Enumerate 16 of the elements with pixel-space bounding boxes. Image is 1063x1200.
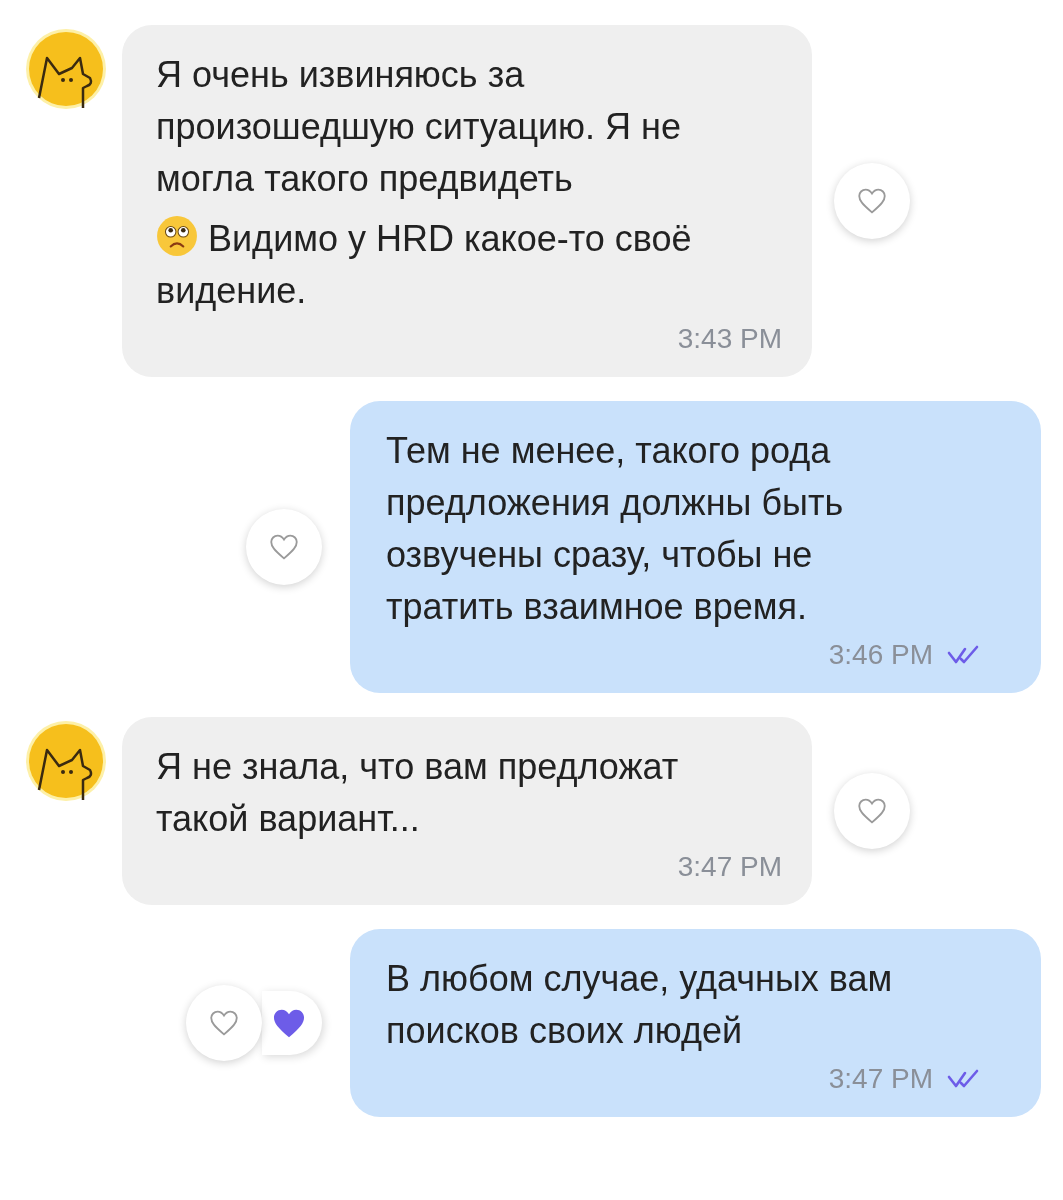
message-text: Я не знала, что вам предложат такой вариант... xyxy=(156,746,679,839)
reaction-pill[interactable] xyxy=(262,991,322,1055)
message-text: Тем не менее, такого рода предложения должны быть озвучены сразу, чтобы не тратить взаимное время. xyxy=(386,430,844,627)
message-text: Я очень извиняюсь за произошедшую ситуацию. Я не могла такого предвидеть xyxy=(156,54,682,199)
like-button[interactable] xyxy=(246,509,322,585)
message-time: 3:47 PM xyxy=(828,1062,933,1096)
message-text: В любом случае, удачных вам поисков своих людей xyxy=(386,958,893,1051)
message-time: 3:43 PM xyxy=(677,322,782,356)
message-text: Видимо у HRD какое-то своё видение. xyxy=(156,218,692,311)
like-button[interactable] xyxy=(834,163,910,239)
like-button[interactable] xyxy=(834,773,910,849)
avatar-icon xyxy=(25,28,107,110)
message-time: 3:46 PM xyxy=(828,638,933,672)
like-button[interactable] xyxy=(186,985,262,1061)
message-time: 3:47 PM xyxy=(677,850,782,884)
avatar-icon xyxy=(25,720,107,802)
